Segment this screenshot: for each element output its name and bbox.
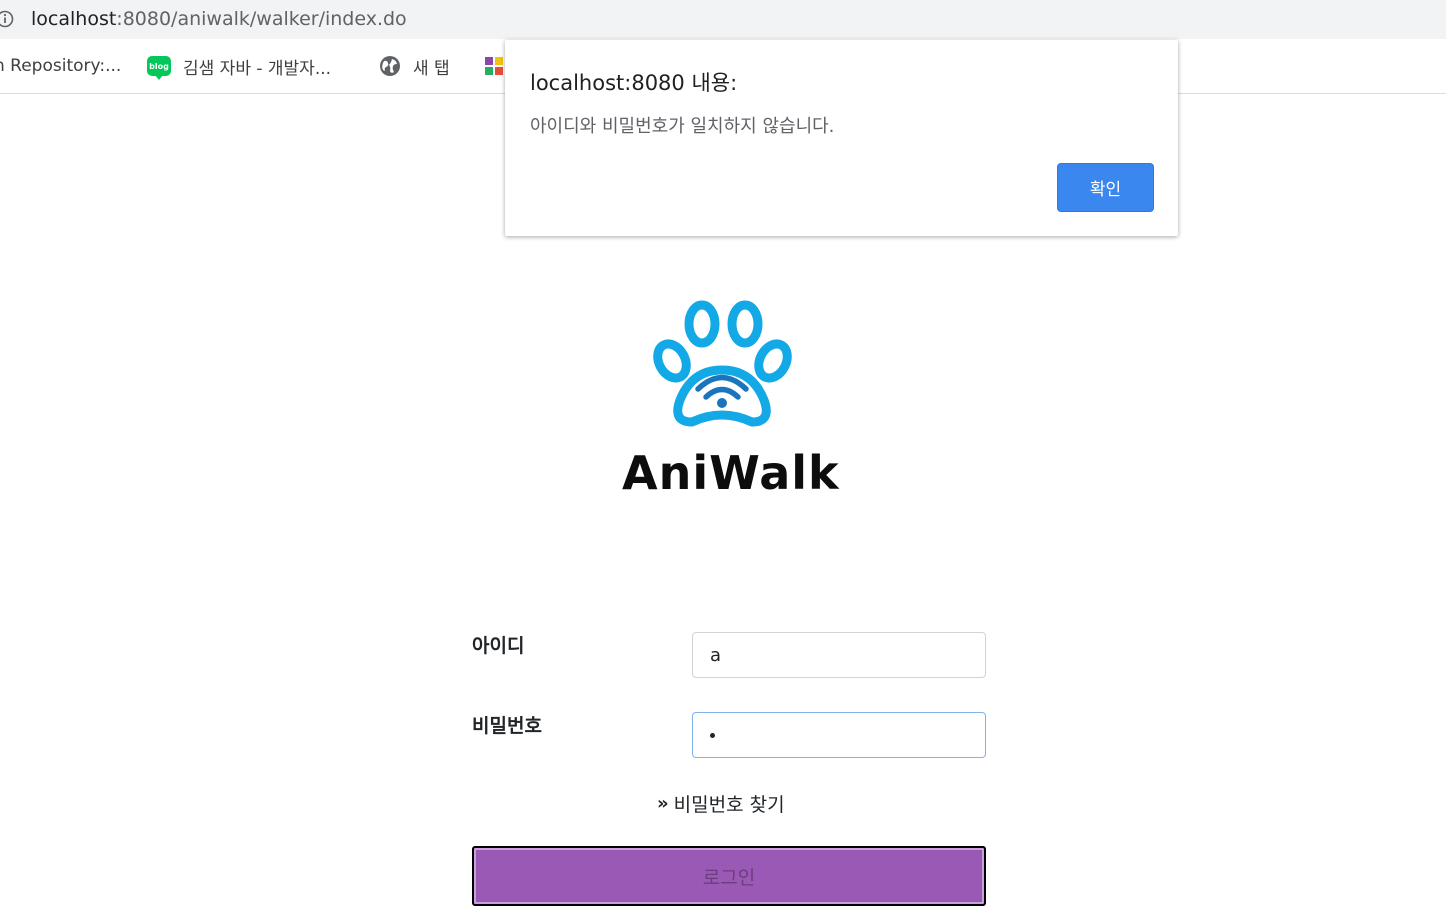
find-password-link[interactable]: » 비밀번호 찾기	[657, 790, 785, 817]
bookmark-label: 김샘 자바 - 개발자...	[183, 58, 332, 79]
address-bar[interactable]: localhost:8080/aniwalk/walker/index.do	[0, 0, 1446, 39]
bookmark-repository[interactable]: n Repository:...	[0, 53, 121, 79]
id-input[interactable]: a	[692, 632, 986, 678]
password-input[interactable]	[692, 712, 986, 758]
password-mask-dot	[710, 732, 715, 738]
url-host: localhost	[31, 8, 117, 30]
url-path: :8080/aniwalk/walker/index.do	[116, 8, 407, 30]
bookmark-blog[interactable]: blog 김샘 자바 - 개발자...	[147, 53, 332, 80]
alert-dialog: localhost:8080 내용: 아이디와 비밀번호가 일치하지 않습니다.…	[505, 40, 1178, 236]
login-button-label: 로그인	[702, 866, 756, 889]
bookmark-new-tab[interactable]: 새 탭	[379, 53, 450, 79]
login-button[interactable]: 로그인	[472, 846, 986, 906]
paw-logo-icon	[653, 300, 792, 427]
blog-icon: blog	[147, 56, 171, 80]
password-label: 비밀번호	[472, 715, 542, 737]
url-text[interactable]: localhost:8080/aniwalk/walker/index.do	[31, 8, 407, 30]
id-input-value: a	[710, 644, 722, 666]
id-label: 아이디	[472, 635, 525, 657]
info-icon[interactable]	[0, 10, 14, 28]
puzzle-icon	[485, 57, 503, 75]
browser-window: localhost:8080/aniwalk/walker/index.do n…	[0, 0, 1446, 915]
double-chevron-right-icon: »	[657, 793, 669, 814]
dialog-ok-button[interactable]: 확인	[1057, 163, 1154, 212]
find-password-label: 비밀번호 찾기	[673, 794, 785, 816]
bookmark-label: n Repository:...	[0, 56, 122, 76]
dialog-message: 아이디와 비밀번호가 일치하지 않습니다.	[530, 116, 835, 137]
bookmark-label: 새 탭	[413, 58, 450, 79]
dialog-title: localhost:8080 내용:	[530, 71, 738, 95]
logo-text: AniWalk	[622, 446, 840, 500]
globe-icon	[380, 56, 400, 76]
